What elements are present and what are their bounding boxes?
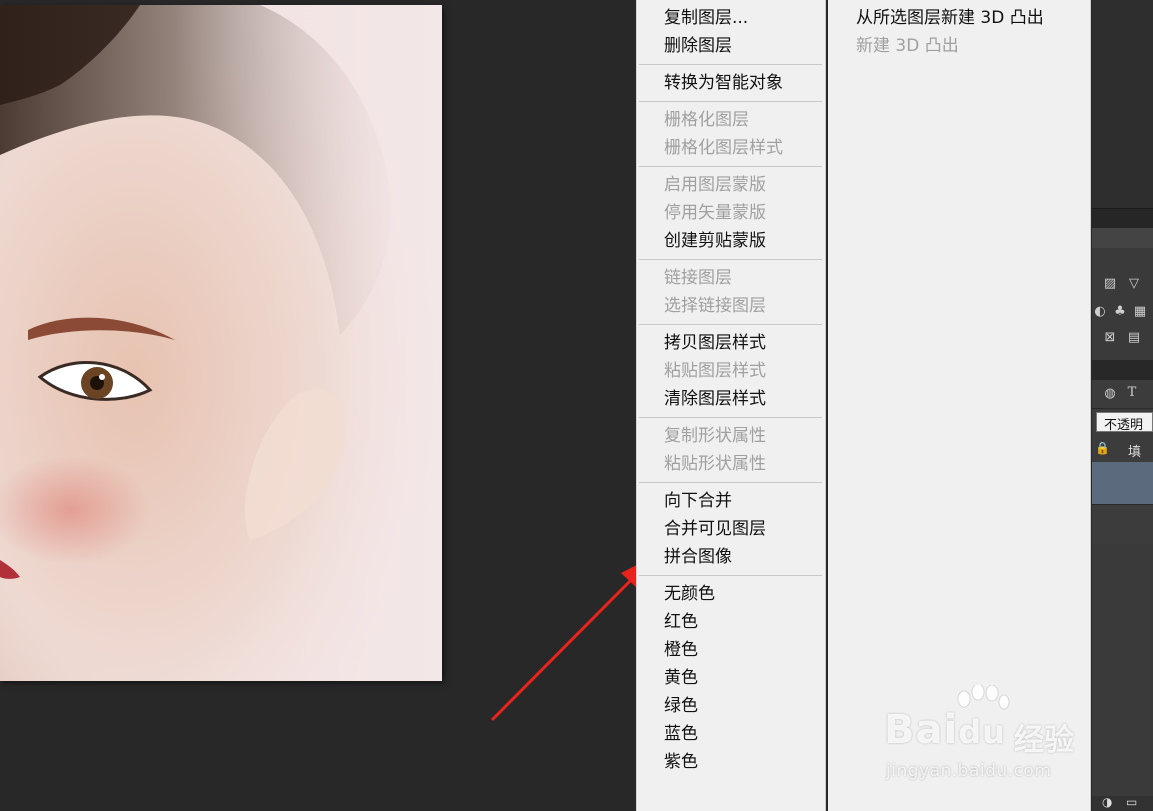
menu-item[interactable]: 合并可见图层 bbox=[637, 515, 825, 543]
fill-row: 🔒 填充 bbox=[1092, 436, 1153, 479]
adjustment-layer-icon[interactable]: ◑ bbox=[1102, 795, 1112, 809]
curves-icon[interactable]: ▨ bbox=[1102, 276, 1118, 292]
layers-panel: ▨ ▽ ◐ ♣ ▦ ⊠ ▤ ◍ T 不透明度 🔒 填充 ◑ ▭ bbox=[1092, 0, 1153, 811]
menu-item[interactable]: 选择链接图层 bbox=[637, 292, 825, 320]
menu-item[interactable]: 复制图层... bbox=[637, 4, 825, 32]
panel-top-area bbox=[1092, 0, 1153, 208]
panel-tab-bar bbox=[1092, 208, 1153, 229]
menu-item[interactable]: 无颜色 bbox=[637, 580, 825, 608]
menu-item[interactable]: 栅格化图层样式 bbox=[637, 134, 825, 162]
menu-item[interactable]: 橙色 bbox=[637, 636, 825, 664]
3d-submenu: 从所选图层新建 3D 凸出 新建 3D 凸出 bbox=[828, 0, 1091, 811]
menu-item[interactable]: 停用矢量蒙版 bbox=[637, 199, 825, 227]
menu-group: 复制形状属性 粘贴形状属性 bbox=[637, 418, 825, 482]
menu-item-new-3d-extrusion[interactable]: 新建 3D 凸出 bbox=[828, 32, 1090, 60]
menu-item[interactable]: 删除图层 bbox=[637, 32, 825, 60]
triangle-icon[interactable]: ▽ bbox=[1126, 276, 1142, 292]
menu-group: 链接图层 选择链接图层 bbox=[637, 260, 825, 324]
canvas-photo bbox=[0, 5, 442, 681]
layer-filter-bar: ◍ T bbox=[1092, 380, 1153, 408]
lock-icon[interactable]: 🔒 bbox=[1095, 441, 1110, 455]
menu-item[interactable]: 绿色 bbox=[637, 692, 825, 720]
menu-item[interactable]: 粘贴图层样式 bbox=[637, 357, 825, 385]
menu-item-new-3d-extrusion-from-selected[interactable]: 从所选图层新建 3D 凸出 bbox=[828, 4, 1090, 32]
menu-group: 转换为智能对象 bbox=[637, 65, 825, 101]
selective-color-icon[interactable]: ⊠ bbox=[1102, 330, 1118, 346]
gradient-map-icon[interactable]: ▤ bbox=[1126, 330, 1142, 346]
menu-group: 无颜色 红色 橙色 黄色 绿色 蓝色 紫色 bbox=[637, 576, 825, 780]
menu-item[interactable]: 拷贝图层样式 bbox=[637, 329, 825, 357]
layers-empty-area bbox=[1092, 544, 1153, 804]
shape-filter-icon[interactable]: ◍ bbox=[1102, 386, 1118, 402]
opacity-row: 不透明度 bbox=[1092, 408, 1153, 452]
selected-layer-row[interactable] bbox=[1092, 462, 1153, 504]
menu-item[interactable]: 创建剪贴蒙版 bbox=[637, 227, 825, 255]
menu-group: 栅格化图层 栅格化图层样式 bbox=[637, 102, 825, 166]
menu-item[interactable]: 向下合并 bbox=[637, 487, 825, 515]
adjustments-panel: ▨ ▽ ◐ ♣ ▦ ⊠ ▤ bbox=[1092, 248, 1153, 360]
menu-item[interactable]: 紫色 bbox=[637, 748, 825, 776]
menu-item[interactable]: 红色 bbox=[637, 608, 825, 636]
panel-header bbox=[1092, 228, 1153, 248]
menu-group: 复制图层... 删除图层 bbox=[637, 0, 825, 64]
menu-group: 拷贝图层样式 粘贴图层样式 清除图层样式 bbox=[637, 325, 825, 417]
menu-item[interactable]: 蓝色 bbox=[637, 720, 825, 748]
folder-icon[interactable]: ▭ bbox=[1126, 795, 1137, 809]
menu-item[interactable]: 复制形状属性 bbox=[637, 422, 825, 450]
layers-tab-bar bbox=[1092, 360, 1153, 380]
layer-context-menu: 复制图层... 删除图层 转换为智能对象 栅格化图层 栅格化图层样式 启用图层蒙版 停用矢量… bbox=[636, 0, 826, 811]
menu-group: 向下合并 合并可见图层 拼合图像 bbox=[637, 483, 825, 575]
channel-mixer-icon[interactable]: ♣ bbox=[1112, 304, 1128, 320]
layer-row[interactable] bbox=[1092, 504, 1153, 545]
type-filter-icon[interactable]: T bbox=[1124, 385, 1140, 401]
menu-item[interactable]: 清除图层样式 bbox=[637, 385, 825, 413]
grid-icon[interactable]: ▦ bbox=[1132, 304, 1148, 320]
layers-footer: ◑ ▭ bbox=[1092, 795, 1153, 811]
menu-item[interactable]: 链接图层 bbox=[637, 264, 825, 292]
menu-item[interactable]: 黄色 bbox=[637, 664, 825, 692]
menu-item[interactable]: 启用图层蒙版 bbox=[637, 171, 825, 199]
menu-item[interactable]: 粘贴形状属性 bbox=[637, 450, 825, 478]
menu-item[interactable]: 拼合图像 bbox=[637, 543, 825, 571]
menu-item[interactable]: 转换为智能对象 bbox=[637, 69, 825, 97]
balance-icon[interactable]: ◐ bbox=[1092, 304, 1108, 320]
menu-item[interactable]: 栅格化图层 bbox=[637, 106, 825, 134]
menu-group: 启用图层蒙版 停用矢量蒙版 创建剪贴蒙版 bbox=[637, 167, 825, 259]
